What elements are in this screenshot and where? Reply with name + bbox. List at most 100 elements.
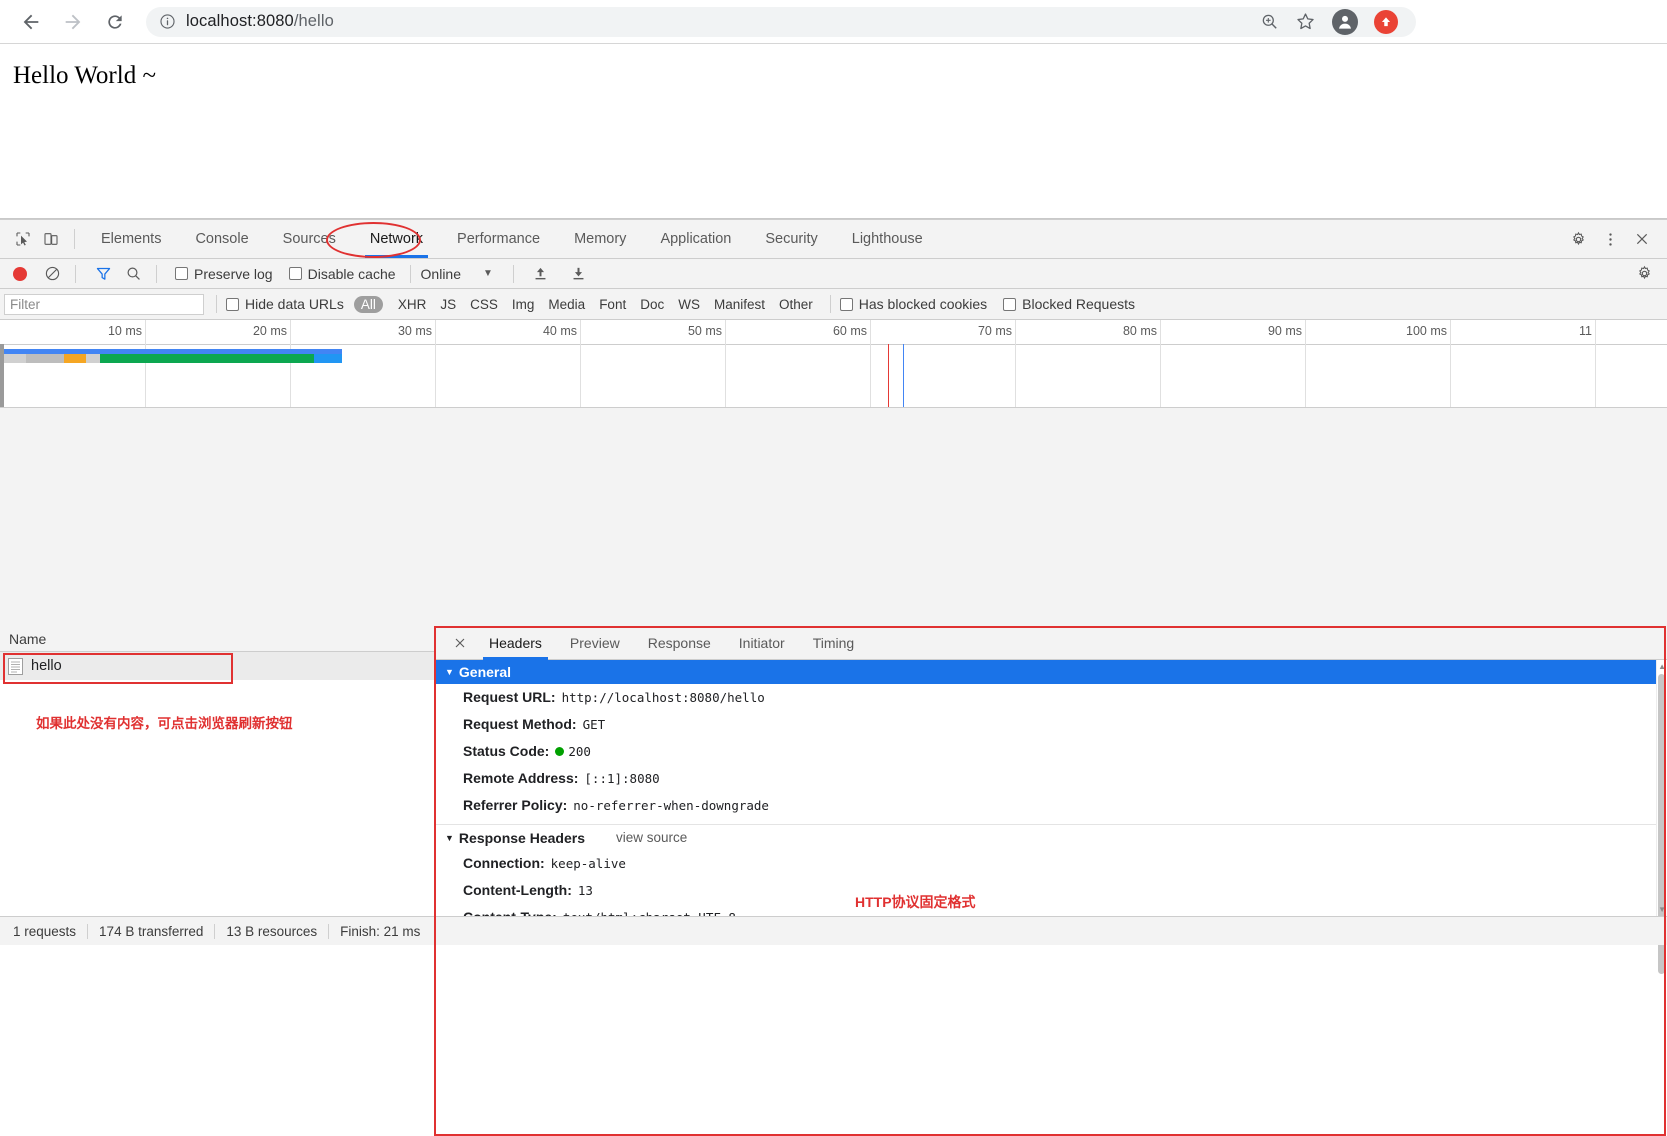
reload-button[interactable] <box>98 5 132 39</box>
browser-window: localhost:8080/hello <box>0 0 1667 945</box>
filter-type-other[interactable]: Other <box>772 296 820 313</box>
account-avatar-icon[interactable] <box>1332 9 1358 35</box>
network-status-bar: 1 requests 174 B transferred 13 B resour… <box>0 916 1667 945</box>
scroll-up-arrow-icon[interactable]: ▲ <box>1658 662 1666 671</box>
tab-label: Initiator <box>739 635 785 651</box>
checkbox-box <box>840 298 853 311</box>
header-key: Remote Address: <box>463 770 578 786</box>
network-overview-timeline[interactable]: 10 ms 20 ms 30 ms 40 ms 50 ms 60 ms 70 m… <box>0 320 1667 408</box>
tab-label: Preview <box>570 635 620 651</box>
header-value: GET <box>583 717 606 733</box>
tab-lighthouse[interactable]: Lighthouse <box>835 220 940 258</box>
inspect-element-icon[interactable] <box>9 226 37 252</box>
detail-annotation-text: HTTP协议固定格式 <box>855 892 976 912</box>
header-row: Content-Length: 13 <box>435 877 1667 904</box>
hide-data-urls-checkbox[interactable]: Hide data URLs <box>226 296 344 312</box>
import-har-icon[interactable] <box>528 262 554 286</box>
overview-tick-label: 10 ms <box>108 324 142 338</box>
address-bar[interactable]: localhost:8080/hello <box>146 7 1416 37</box>
export-har-icon[interactable] <box>566 262 592 286</box>
has-blocked-cookies-checkbox[interactable]: Has blocked cookies <box>840 296 987 312</box>
blocked-requests-checkbox[interactable]: Blocked Requests <box>1003 296 1135 312</box>
overview-load-marker <box>903 344 904 408</box>
site-info-icon[interactable] <box>156 11 178 33</box>
detail-tab-preview[interactable]: Preview <box>556 627 634 660</box>
gear-icon[interactable] <box>1563 225 1593 253</box>
detail-tab-response[interactable]: Response <box>634 627 725 660</box>
overview-baseline <box>0 344 1667 345</box>
filter-funnel-icon[interactable] <box>90 262 116 286</box>
filter-type-xhr[interactable]: XHR <box>391 296 434 313</box>
clear-icon[interactable] <box>39 262 65 286</box>
close-detail-icon[interactable] <box>445 628 475 658</box>
address-bar-url: localhost:8080/hello <box>186 12 334 31</box>
detail-tab-headers[interactable]: Headers <box>475 627 556 660</box>
scroll-down-arrow-icon[interactable]: ▼ <box>1658 905 1666 914</box>
tab-console[interactable]: Console <box>178 220 265 258</box>
overview-tick-label: 90 ms <box>1268 324 1302 338</box>
header-value: keep-alive <box>551 856 626 872</box>
view-source-link[interactable]: view source <box>616 830 687 845</box>
requests-column-header[interactable]: Name <box>0 627 434 652</box>
record-stop-icon[interactable] <box>13 267 27 281</box>
filter-type-ws[interactable]: WS <box>671 296 707 313</box>
overview-band-segment <box>26 354 64 363</box>
network-toolbar: Preserve log Disable cache Online ▼ <box>0 259 1667 289</box>
status-transferred: 174 B transferred <box>88 924 214 939</box>
tab-sources[interactable]: Sources <box>266 220 353 258</box>
filter-type-js[interactable]: JS <box>433 296 463 313</box>
header-value: 200 <box>568 744 591 760</box>
tab-security[interactable]: Security <box>748 220 834 258</box>
devtools-tab-list: Elements Console Sources Network Perform… <box>84 220 940 258</box>
more-vertical-icon[interactable] <box>1595 225 1625 253</box>
preserve-log-checkbox[interactable]: Preserve log <box>175 266 273 282</box>
overview-domcontentloaded-marker <box>888 344 889 408</box>
filter-input[interactable]: Filter <box>4 294 204 315</box>
detail-tab-timing[interactable]: Timing <box>799 627 869 660</box>
tab-memory[interactable]: Memory <box>557 220 643 258</box>
section-header-general[interactable]: ▼ General <box>435 660 1667 684</box>
filter-type-doc[interactable]: Doc <box>633 296 671 313</box>
status-resources: 13 B resources <box>215 924 328 939</box>
tab-label: Response <box>648 635 711 651</box>
request-row-hello[interactable]: hello <box>0 652 434 680</box>
close-icon[interactable] <box>1627 225 1657 253</box>
request-name: hello <box>31 658 62 674</box>
toolbar-divider <box>75 265 76 283</box>
chevron-down-icon[interactable]: ▼ <box>483 268 493 279</box>
detail-scrollbar[interactable]: ▲ ▼ <box>1656 660 1667 916</box>
tab-label: Memory <box>574 231 626 247</box>
overview-tick-label: 60 ms <box>833 324 867 338</box>
detail-tab-initiator[interactable]: Initiator <box>725 627 799 660</box>
filter-type-css[interactable]: CSS <box>463 296 505 313</box>
zoom-in-icon[interactable] <box>1260 12 1279 31</box>
overview-band-segment <box>314 354 342 363</box>
tab-application[interactable]: Application <box>643 220 748 258</box>
filter-type-media[interactable]: Media <box>541 296 592 313</box>
network-settings-gear-icon[interactable] <box>1631 262 1657 286</box>
disable-cache-checkbox[interactable]: Disable cache <box>289 266 396 282</box>
forward-button[interactable] <box>56 5 90 39</box>
toolbar-divider <box>410 265 411 283</box>
overview-tick-label: 11 <box>1579 324 1592 338</box>
filter-type-manifest[interactable]: Manifest <box>707 296 772 313</box>
header-key: Request Method: <box>463 716 577 732</box>
tab-elements[interactable]: Elements <box>84 220 178 258</box>
back-button[interactable] <box>14 5 48 39</box>
header-row: Status Code: 200 <box>435 738 1667 765</box>
requests-annotation-text: 如果此处没有内容，可点击浏览器刷新按钮 <box>36 712 293 732</box>
device-toolbar-icon[interactable] <box>37 226 65 252</box>
throttling-select[interactable]: Online <box>421 266 461 282</box>
status-finish-time: Finish: 21 ms <box>329 924 431 939</box>
section-header-response-headers[interactable]: ▼ Response Headers view source <box>435 824 1667 850</box>
tab-label: Headers <box>489 635 542 651</box>
star-icon[interactable] <box>1295 11 1316 32</box>
tab-network[interactable]: Network <box>353 220 440 258</box>
filter-type-font[interactable]: Font <box>592 296 633 313</box>
tab-performance[interactable]: Performance <box>440 220 557 258</box>
toolbar-divider <box>830 295 831 313</box>
update-available-icon[interactable] <box>1374 10 1398 34</box>
search-icon[interactable] <box>120 262 146 286</box>
filter-type-img[interactable]: Img <box>505 296 542 313</box>
filter-type-all[interactable]: All <box>354 296 383 313</box>
